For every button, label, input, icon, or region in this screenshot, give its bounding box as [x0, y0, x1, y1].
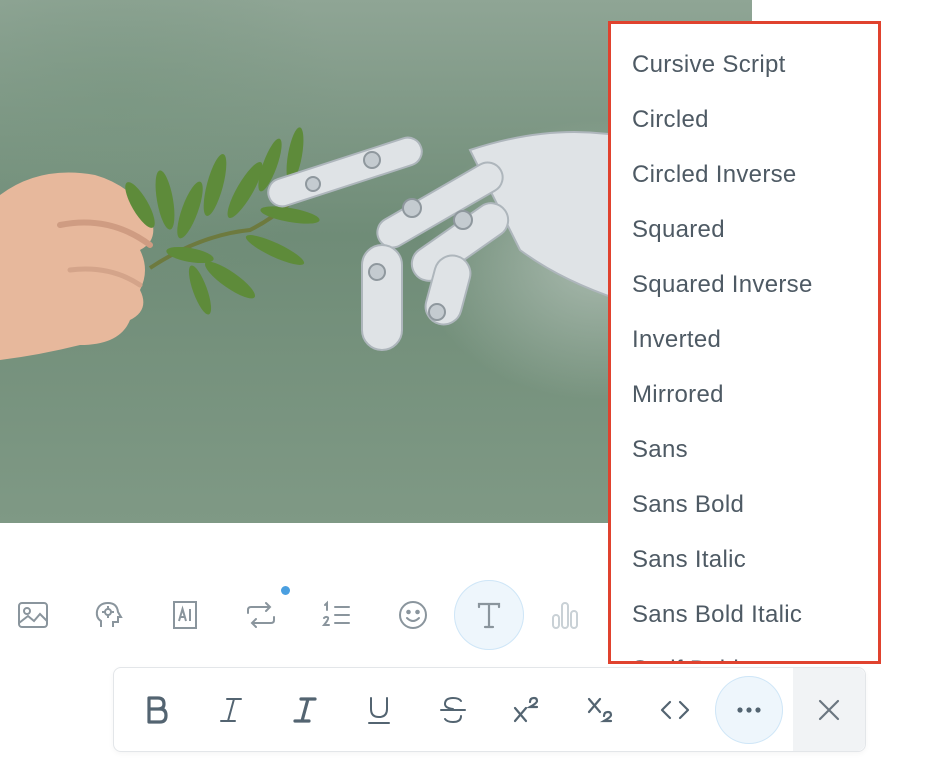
menu-item-cursive-script[interactable]: Cursive Script — [611, 37, 878, 92]
text-format-icon[interactable] — [454, 580, 524, 650]
menu-item-circled[interactable]: Circled — [611, 92, 878, 147]
ai-icon[interactable] — [150, 580, 220, 650]
head-icon[interactable] — [73, 580, 143, 650]
strikethrough-button[interactable] — [419, 676, 487, 744]
italic-button[interactable] — [197, 676, 265, 744]
font-style-list: Cursive Script Circled Circled Inverse S… — [611, 37, 878, 661]
superscript-button[interactable] — [493, 676, 561, 744]
subscript-button[interactable] — [567, 676, 635, 744]
menu-item-inverted[interactable]: Inverted — [611, 312, 878, 367]
close-icon — [818, 699, 840, 720]
compose-toolbar — [0, 580, 600, 650]
more-options-button[interactable] — [715, 676, 783, 744]
bold-italic-button[interactable] — [271, 676, 339, 744]
menu-item-serif-bold[interactable]: Serif Bold — [611, 642, 878, 661]
menu-item-circled-inverse[interactable]: Circled Inverse — [611, 147, 878, 202]
code-button[interactable] — [641, 676, 709, 744]
menu-item-mirrored[interactable]: Mirrored — [611, 367, 878, 422]
menu-item-squared-inverse[interactable]: Squared Inverse — [611, 257, 878, 312]
menu-item-sans-bold[interactable]: Sans Bold — [611, 477, 878, 532]
image-icon[interactable] — [0, 580, 68, 650]
bold-button[interactable] — [123, 676, 191, 744]
text-format-bar — [113, 667, 866, 752]
menu-item-sans-bold-italic[interactable]: Sans Bold Italic — [611, 587, 878, 642]
notification-dot — [281, 586, 290, 595]
menu-item-sans[interactable]: Sans — [611, 422, 878, 477]
menu-item-sans-italic[interactable]: Sans Italic — [611, 532, 878, 587]
numbered-list-icon[interactable] — [302, 580, 372, 650]
underline-button[interactable] — [345, 676, 413, 744]
font-style-menu[interactable]: Cursive Script Circled Circled Inverse S… — [608, 21, 881, 664]
menu-item-squared[interactable]: Squared — [611, 202, 878, 257]
poll-chart-icon[interactable] — [530, 580, 600, 650]
emoji-icon[interactable] — [378, 580, 448, 650]
close-format-bar-button[interactable] — [793, 668, 865, 751]
